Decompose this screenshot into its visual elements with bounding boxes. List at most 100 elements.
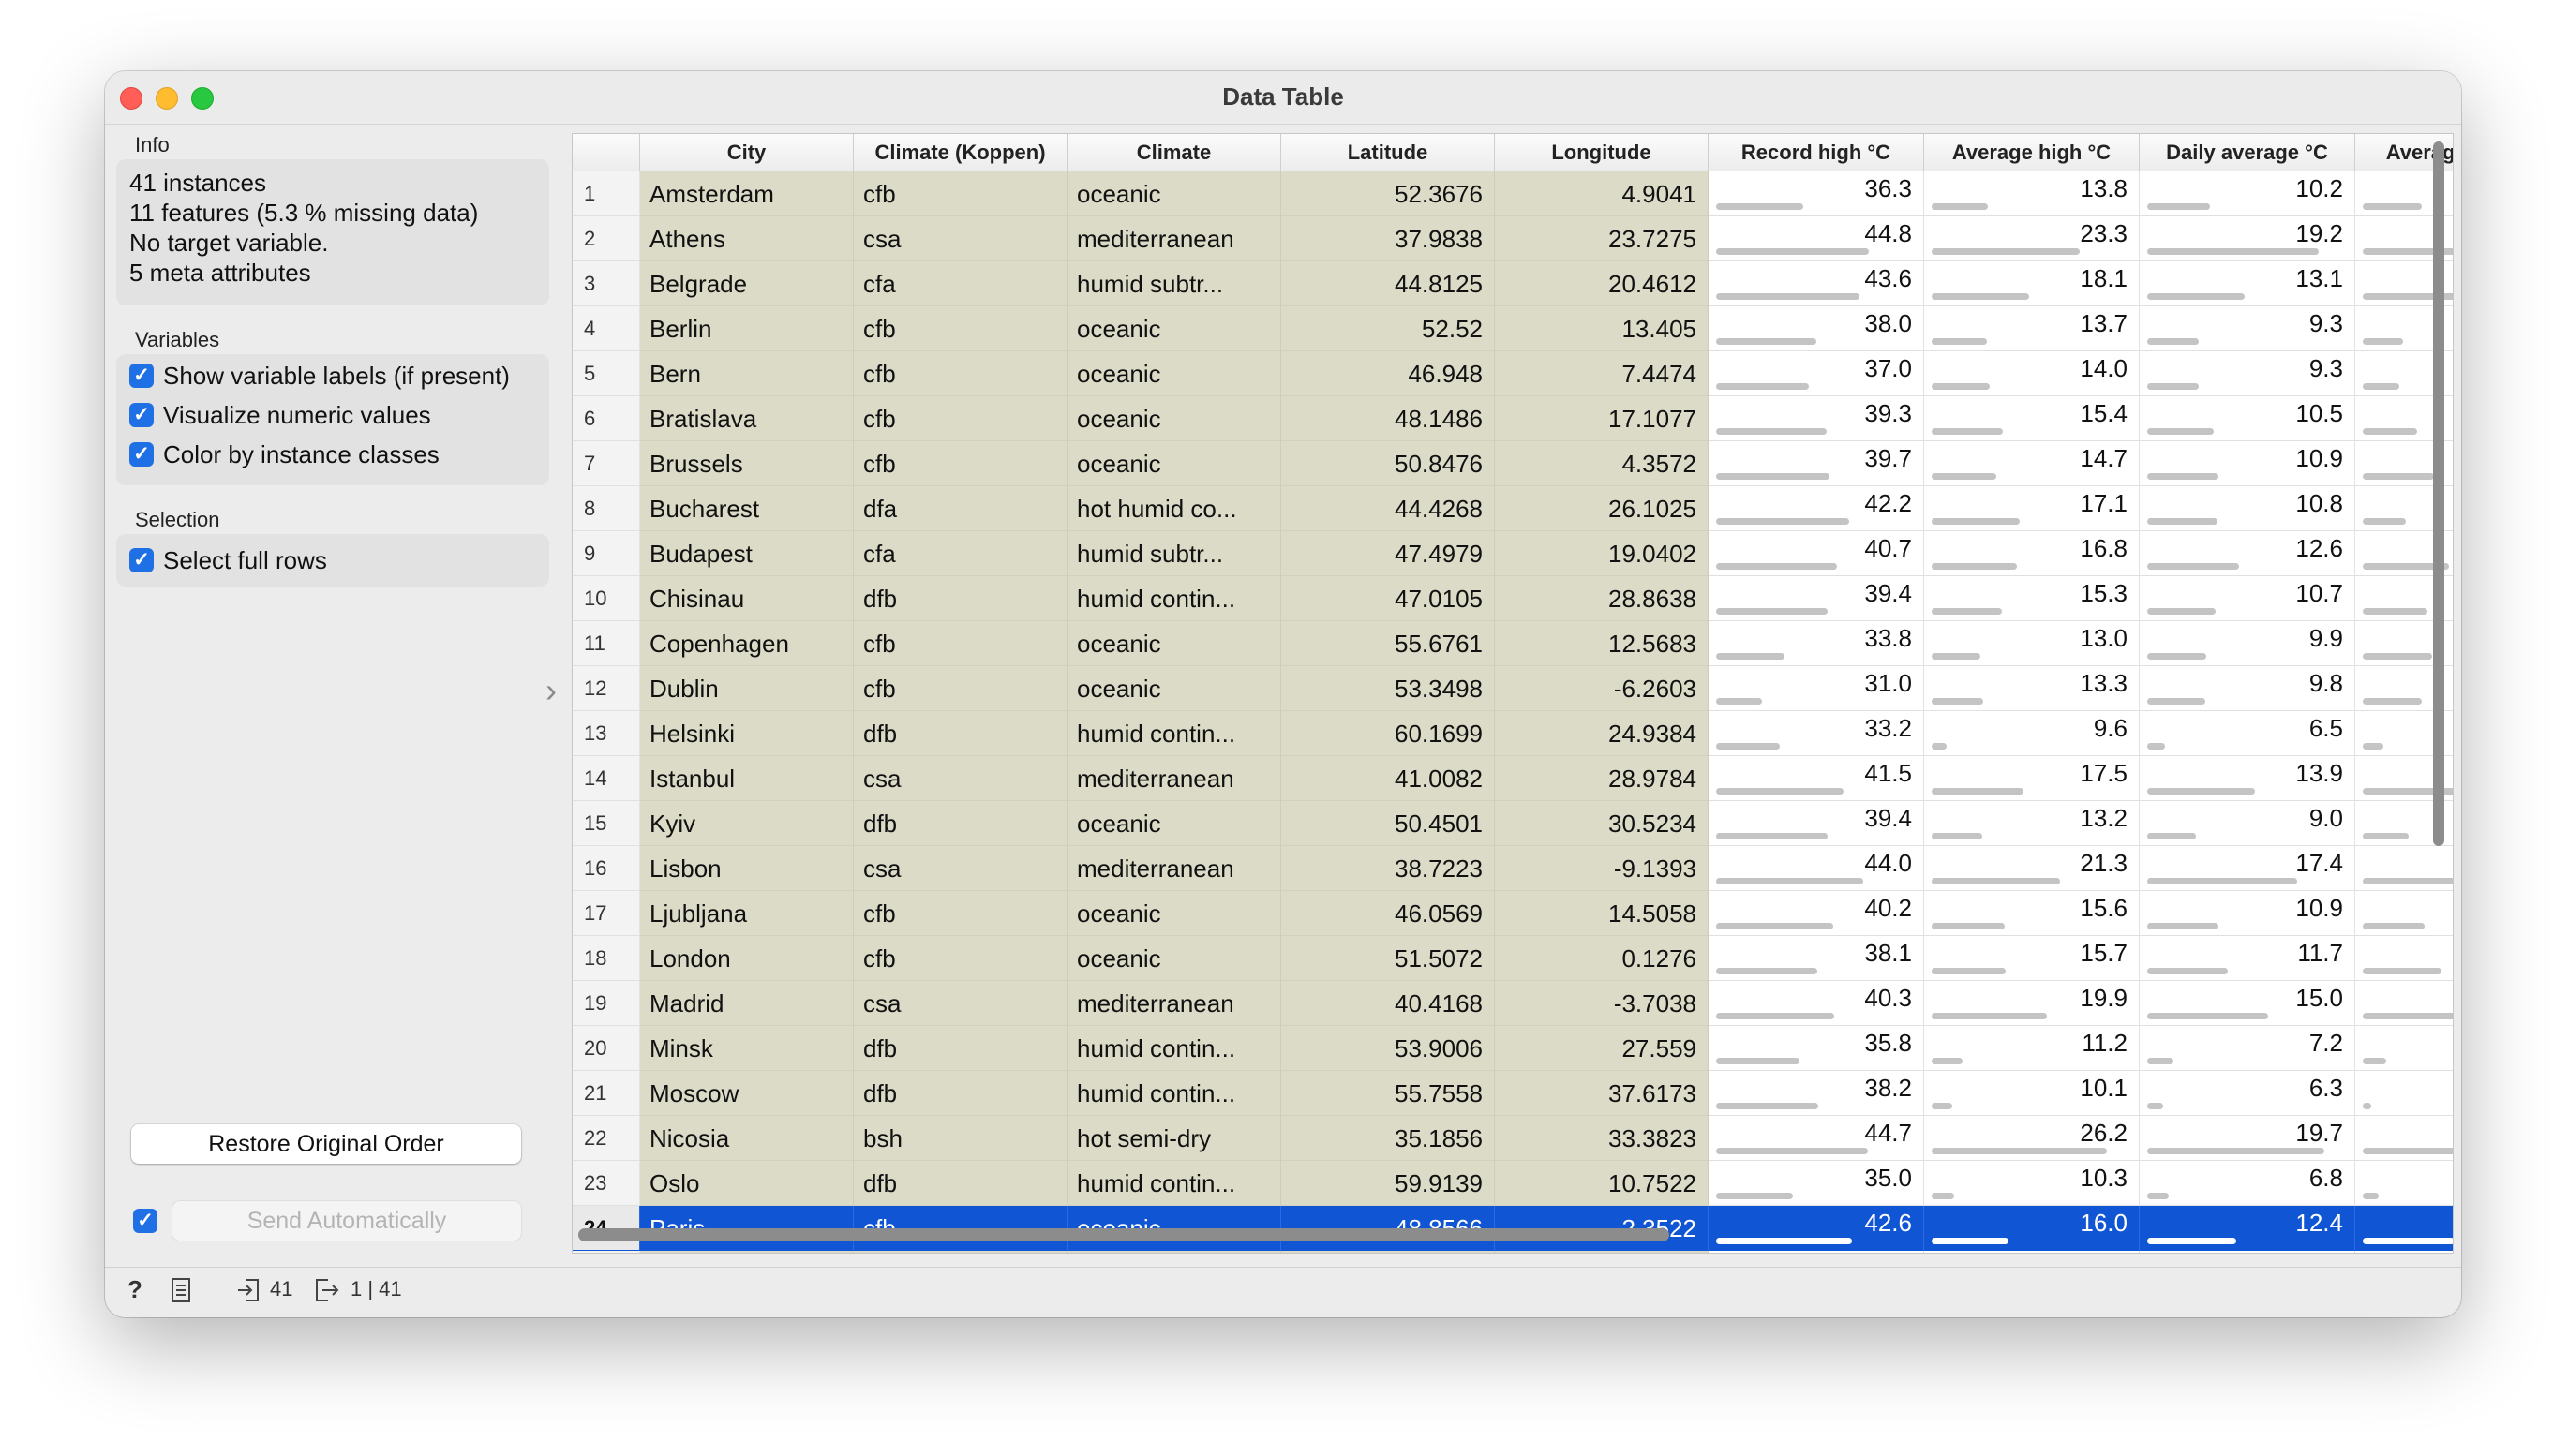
table-cell[interactable]: 19.7 [2140, 1116, 2355, 1161]
chevron-right-icon[interactable]: › [545, 671, 557, 710]
table-cell[interactable]: 42.2 [1709, 486, 1924, 531]
table-cell[interactable]: 39.7 [1709, 441, 1924, 486]
table-cell[interactable]: 28.8638 [1495, 576, 1709, 621]
table-cell[interactable]: 15.4 [1924, 396, 2140, 441]
table-cell[interactable]: 33.2 [1709, 711, 1924, 756]
table-cell[interactable]: dfb [854, 801, 1068, 846]
table-cell[interactable]: Dublin [640, 666, 854, 711]
table-cell[interactable]: mediterranean [1068, 216, 1281, 261]
table-cell[interactable]: humid subtr... [1068, 531, 1281, 576]
table-cell[interactable]: 11.0 [2355, 1251, 2453, 1253]
table-cell[interactable]: cfb [854, 306, 1068, 351]
table-cell[interactable]: 10.7522 [1495, 1161, 1709, 1206]
table-cell[interactable]: cfb [854, 891, 1068, 936]
table-cell[interactable]: 17.1 [1924, 486, 2140, 531]
table-cell[interactable]: humid contin... [1068, 1071, 1281, 1116]
table-cell[interactable]: 33.8 [1709, 621, 1924, 666]
table-cell[interactable]: 2.6 [2355, 1071, 2453, 1116]
table-cell[interactable]: 13.0 [1924, 621, 2140, 666]
table-cell[interactable]: 15.7 [1924, 936, 2140, 981]
table-cell[interactable]: hot humid co... [1068, 486, 1281, 531]
visualize-numeric-checkbox[interactable]: ✓ Visualize numeric values [129, 399, 431, 431]
table-cell[interactable]: 40.7 [1709, 531, 1924, 576]
table-row[interactable]: 11 Copenhagen cfb oceanic 55.6761 12.5683 33.8… [573, 621, 2453, 666]
table-cell[interactable]: 6.5 [2140, 711, 2355, 756]
table-cell[interactable]: 39.3 [1709, 396, 1924, 441]
table-cell[interactable]: cfb [854, 441, 1068, 486]
table-cell[interactable]: 0.1276 [1495, 936, 1709, 981]
column-header[interactable]: Latitude [1281, 134, 1495, 171]
table-cell[interactable]: 44.4268 [1281, 486, 1495, 531]
table-cell[interactable]: 47.4979 [1281, 531, 1495, 576]
table-cell[interactable]: 55.6761 [1281, 621, 1495, 666]
table-row[interactable]: 15 Kyiv dfb oceanic 50.4501 30.5234 39.4 13.2 9.… [573, 801, 2453, 846]
table-cell[interactable]: bsh [854, 1116, 1068, 1161]
table-row[interactable]: 16 Lisbon csa mediterranean 38.7223 -9.1393 44… [573, 846, 2453, 891]
table-cell[interactable]: 10.9 [2140, 441, 2355, 486]
color-by-class-checkbox[interactable]: ✓ Color by instance classes [129, 438, 440, 470]
table-cell[interactable]: 4.9041 [1495, 171, 1709, 216]
table-cell[interactable]: 9.0 [2140, 801, 2355, 846]
table-cell[interactable]: 40.2 [1709, 891, 1924, 936]
table-cell[interactable]: 24.9384 [1495, 711, 1709, 756]
table-cell[interactable]: 26.1025 [1495, 486, 1709, 531]
table-cell[interactable]: 12.6 [2140, 531, 2355, 576]
table-cell[interactable]: 8.8 [2355, 1206, 2453, 1251]
table-cell[interactable]: Athens [640, 216, 854, 261]
table-row[interactable]: 6 Bratislava cfb oceanic 48.1486 17.1077 39.3 1… [573, 396, 2453, 441]
table-cell[interactable]: 21.1 [1924, 1251, 2140, 1253]
table-cell[interactable]: 47.0105 [1281, 576, 1495, 621]
table-cell[interactable]: csa [854, 216, 1068, 261]
table-cell[interactable]: 11.2 [1924, 1026, 2140, 1071]
table-cell[interactable]: dfb [854, 1161, 1068, 1206]
show-variable-labels-checkbox[interactable]: ✓ Show variable labels (if present) [129, 360, 510, 392]
table-cell[interactable]: 41.5 [1709, 756, 1924, 801]
table-cell[interactable]: 10.2 [2140, 171, 2355, 216]
table-cell[interactable]: humid contin... [1068, 1026, 1281, 1071]
table-cell[interactable]: cfa [854, 531, 1068, 576]
table-cell[interactable]: 11.7 [2140, 936, 2355, 981]
table-cell[interactable]: Istanbul [640, 756, 854, 801]
table-cell[interactable]: 40.4168 [1281, 981, 1495, 1026]
table-cell[interactable]: 3.7 [2355, 1026, 2453, 1071]
send-automatically-button[interactable]: Send Automatically [172, 1201, 521, 1241]
table-cell[interactable]: 6.3 [2140, 1071, 2355, 1116]
table-cell[interactable]: 10.1 [2355, 981, 2453, 1026]
table-cell[interactable]: mediterranean [1068, 846, 1281, 891]
table-cell[interactable]: mediterranean [1068, 756, 1281, 801]
table-cell[interactable]: 12.4 [2140, 1206, 2355, 1251]
table-cell[interactable]: csa [854, 981, 1068, 1026]
table-cell[interactable]: 52.3676 [1281, 171, 1495, 216]
table-cell[interactable]: humid contin... [1068, 576, 1281, 621]
table-cell[interactable]: -3.7038 [1495, 981, 1709, 1026]
table-cell[interactable]: 35.1856 [1281, 1116, 1495, 1161]
table-cell[interactable]: 23.3 [1924, 216, 2140, 261]
table-cell[interactable]: 13.5 [2355, 846, 2453, 891]
table-row[interactable]: 25Podgoricacfahumid subtr...42.430419.25… [573, 1251, 2453, 1253]
table-cell[interactable]: 52.52 [1281, 306, 1495, 351]
data-table[interactable]: City Climate (Koppen) Climate Latitude Longi… [572, 133, 2454, 1254]
table-cell[interactable]: 16.0 [1924, 1206, 2140, 1251]
table-cell[interactable]: Kyiv [640, 801, 854, 846]
table-cell[interactable]: 43.6 [1709, 261, 1924, 306]
table-cell[interactable]: 38.7223 [1281, 846, 1495, 891]
table-cell[interactable]: 4.3572 [1495, 441, 1709, 486]
table-row[interactable]: 9 Budapest cfa humid subtr... 47.4979 19.0402… [573, 531, 2453, 576]
table-cell[interactable]: 13.2 [1924, 801, 2140, 846]
table-cell[interactable]: humid contin... [1068, 711, 1281, 756]
restore-original-order-button[interactable]: Restore Original Order [131, 1124, 521, 1164]
table-cell[interactable]: 44.8 [1709, 1251, 1924, 1253]
table-cell[interactable]: oceanic [1068, 936, 1281, 981]
table-cell[interactable]: Bucharest [640, 486, 854, 531]
table-cell[interactable]: 7.4474 [1495, 351, 1709, 396]
table-row[interactable]: 14 Istanbul csa mediterranean 41.0082 28.9784… [573, 756, 2453, 801]
table-cell[interactable]: dfb [854, 1071, 1068, 1116]
table-cell[interactable]: 13.9 [2140, 756, 2355, 801]
column-header[interactable]: Longitude [1495, 134, 1709, 171]
table-cell[interactable]: humid contin... [1068, 1161, 1281, 1206]
table-row[interactable]: 20 Minsk dfb humid contin... 53.9006 27.559 35… [573, 1026, 2453, 1071]
table-cell[interactable]: cfa [854, 1251, 1068, 1253]
table-cell[interactable]: 42.6 [1709, 1206, 1924, 1251]
table-cell[interactable]: dfa [854, 486, 1068, 531]
table-cell[interactable]: 17.1077 [1495, 396, 1709, 441]
